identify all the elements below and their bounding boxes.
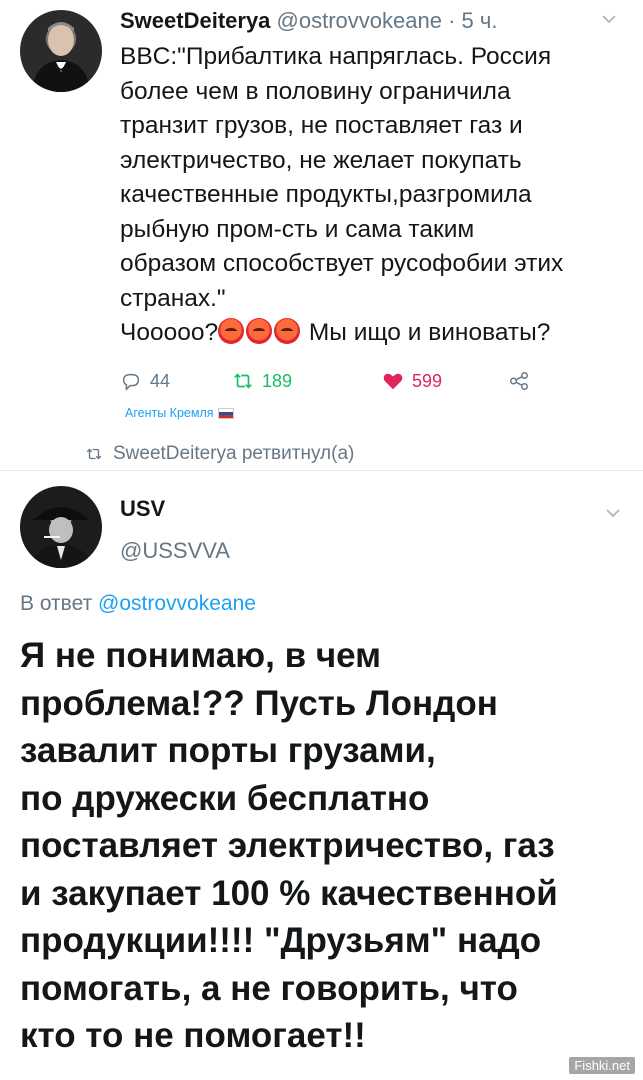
author-name[interactable]: USV	[120, 496, 165, 522]
reply-prefix: В ответ	[20, 592, 99, 615]
tweet-line: странах."	[120, 284, 226, 312]
author-handle[interactable]: @USSVVA	[120, 538, 230, 564]
tweet-line: качественные продукты,разгромила	[120, 181, 532, 208]
share-icon	[510, 372, 528, 390]
avatar[interactable]	[20, 10, 102, 92]
retweet-count: 189	[262, 370, 293, 391]
russia-flag-icon	[217, 407, 234, 419]
retweet-notice: SweetDeiterya ретвитнул(а)	[85, 443, 354, 465]
reply-to-link[interactable]: @ostrovvokeane	[98, 592, 256, 615]
retweet-icon	[86, 448, 102, 460]
retweet-icon	[234, 373, 252, 389]
chevron-down-icon[interactable]	[604, 504, 622, 522]
watermark: Fishki.net	[569, 1057, 635, 1074]
tweet-text: BBC:"Прибалтика напряглась. Россия более…	[120, 40, 625, 351]
tweet-line: BBC:"Прибалтика напряглась. Россия	[120, 43, 552, 70]
tweet-original[interactable]: SweetDeiterya @ostrovvokeane · 5 ч. BBC:…	[0, 0, 643, 470]
tweet-line: Я не понимаю, в чем	[20, 636, 382, 675]
tweet-actions: 44 189 599	[120, 370, 620, 400]
tweet-line: продукции!!!! "Друзьям" надо	[20, 921, 542, 960]
tweet-line: более чем в половину ограничила	[120, 77, 511, 105]
retweet-notice-text: SweetDeiterya ретвитнул(а)	[113, 443, 355, 464]
author-handle[interactable]: @ostrovvokeane	[277, 8, 442, 33]
share-button[interactable]	[508, 370, 530, 392]
agents-label-text: Агенты Кремля	[125, 406, 214, 420]
like-count: 599	[412, 370, 443, 391]
tweet-line: поставляет электричество, газ	[20, 826, 555, 865]
divider	[0, 470, 643, 471]
tweet-header: SweetDeiterya @ostrovvokeane · 5 ч.	[120, 8, 497, 34]
like-button[interactable]: 599	[382, 370, 442, 392]
tweet-line-end: Мы ищо и виноваты?	[302, 319, 551, 346]
tweet-line: помогать, а не говорить, что	[20, 968, 518, 1008]
chevron-down-icon[interactable]	[600, 10, 618, 28]
tweet-line-start: Чооооо?	[120, 319, 219, 346]
tweet-line: завалит порты грузами,	[20, 731, 436, 770]
reply-button[interactable]: 44	[120, 370, 170, 392]
tweet-line: кто то не помогает!!	[20, 1016, 366, 1055]
reply-icon	[122, 373, 140, 392]
reply-context: В ответ @ostrovvokeane	[20, 592, 256, 616]
tweet-line: проблема!?? Пусть Лондон	[20, 683, 498, 723]
tweet-line: образом способствует русофобии этих	[120, 250, 564, 277]
angry-face-icon	[274, 318, 301, 344]
avatar[interactable]	[20, 486, 102, 568]
tweet-line: транзит грузов, не поставляет газ и	[120, 112, 523, 139]
heart-icon	[383, 373, 403, 390]
tweet-line: и закупает 100 % качественной	[20, 873, 558, 913]
angry-face-icon	[246, 318, 273, 344]
angry-face-icon	[218, 318, 245, 344]
agents-label: Агенты Кремля	[125, 406, 234, 420]
tweet-text: Я не понимаю, в чем проблема!?? Пусть Ло…	[20, 632, 630, 1060]
retweet-button[interactable]: 189	[232, 370, 292, 392]
tweet-line: по дружески бесплатно	[20, 778, 430, 818]
author-name[interactable]: SweetDeiterya	[120, 8, 270, 33]
reply-count: 44	[150, 370, 171, 391]
tweet-line: электричество, не желает покупать	[120, 146, 522, 174]
tweet-line-last: Чооооо? Мы ищо и виноваты?	[120, 316, 625, 351]
tweet-line: рыбную пром-сть и сама таким	[120, 215, 475, 243]
tweet-time: · 5 ч.	[441, 8, 498, 33]
